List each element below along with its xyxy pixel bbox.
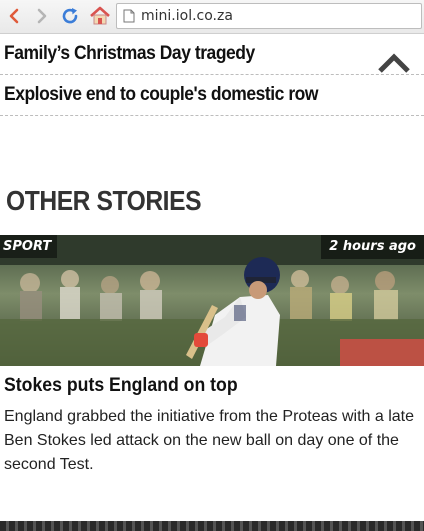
story-title[interactable]: Stokes puts England on top bbox=[4, 375, 238, 397]
story-image[interactable]: SPORT 2 hours ago bbox=[0, 235, 424, 366]
headline-link[interactable]: Family’s Christmas Day tragedy bbox=[0, 35, 424, 75]
home-button[interactable] bbox=[88, 4, 112, 28]
headline-title: Family’s Christmas Day tragedy bbox=[4, 43, 255, 64]
headline-title: Explosive end to couple's domestic row bbox=[4, 84, 319, 105]
reload-button[interactable] bbox=[58, 4, 82, 28]
back-arrow-icon bbox=[9, 8, 19, 24]
home-icon bbox=[90, 6, 110, 25]
next-story-image[interactable] bbox=[0, 521, 424, 531]
back-button[interactable] bbox=[2, 4, 26, 28]
page-icon bbox=[123, 9, 135, 23]
section-title: OTHER STORIES bbox=[6, 185, 202, 216]
browser-toolbar: mini.iol.co.za bbox=[0, 0, 424, 34]
story-summary: England grabbed the initiative from the … bbox=[4, 408, 415, 473]
address-bar[interactable]: mini.iol.co.za bbox=[116, 3, 422, 29]
url-text: mini.iol.co.za bbox=[141, 8, 233, 24]
chevron-up-icon bbox=[378, 53, 410, 73]
forward-button[interactable] bbox=[30, 4, 54, 28]
story-timestamp: 2 hours ago bbox=[321, 235, 424, 259]
reload-icon bbox=[62, 8, 78, 24]
page-content: Family’s Christmas Day tragedy Explosive… bbox=[0, 35, 424, 531]
story-category-badge: SPORT bbox=[0, 235, 58, 258]
headline-link[interactable]: Explosive end to couple's domestic row bbox=[0, 76, 424, 116]
forward-arrow-icon bbox=[37, 8, 47, 24]
scroll-to-top-button[interactable] bbox=[376, 49, 412, 75]
